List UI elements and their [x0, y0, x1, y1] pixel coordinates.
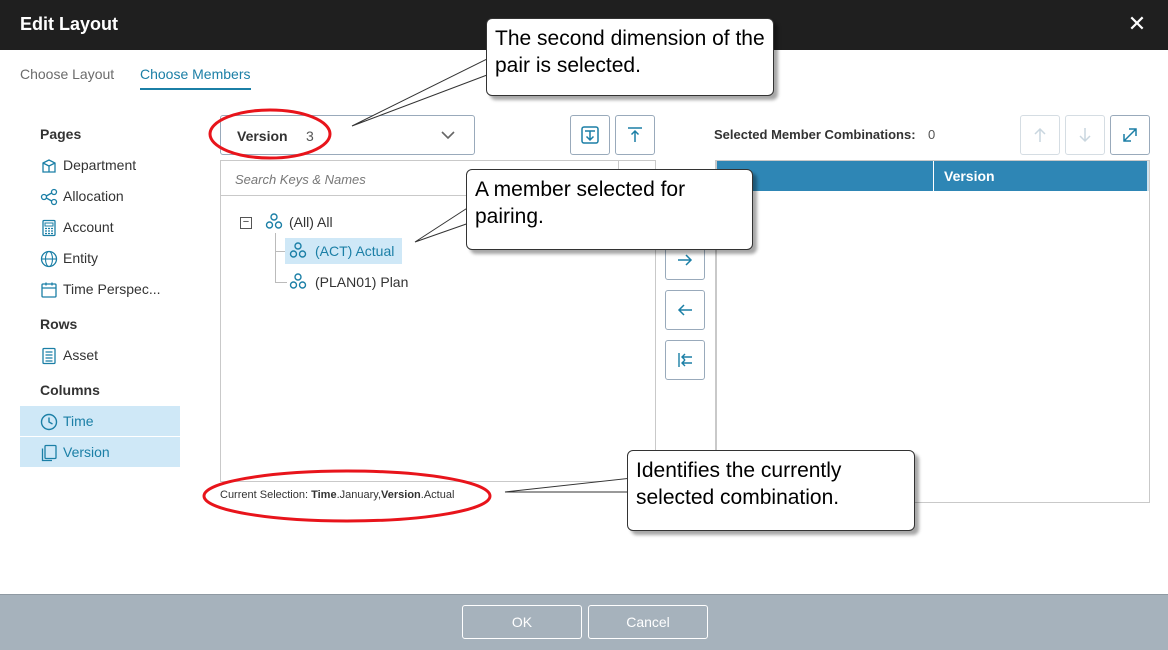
hierarchy-icon [289, 273, 307, 289]
globe-icon [40, 250, 58, 268]
expand-diagonal-icon [1123, 128, 1137, 142]
sidebar-item-label: Department [63, 157, 137, 173]
clock-icon [40, 413, 58, 431]
selected-combinations-count: 0 [928, 127, 936, 142]
sidebar-item-version[interactable]: Version [20, 437, 180, 467]
arrow-up-icon [1034, 127, 1046, 142]
hierarchy-icon [289, 242, 307, 258]
close-icon[interactable]: ✕ [1126, 12, 1148, 36]
ok-button[interactable]: OK [462, 605, 582, 639]
tree-node-plan[interactable]: (PLAN01) Plan [289, 269, 408, 295]
remove-all-icon [678, 353, 692, 367]
grid-column-header-version[interactable]: Version [933, 161, 1147, 191]
hierarchy-icon [265, 213, 283, 229]
collapse-all-button[interactable] [615, 115, 655, 155]
allocation-icon [40, 188, 58, 206]
callout-member-selected: A member selected for pairing. [466, 169, 753, 250]
move-down-button[interactable] [1065, 115, 1105, 155]
remove-all-button[interactable] [665, 340, 705, 380]
maximize-button[interactable] [1110, 115, 1150, 155]
sidebar-item-allocation[interactable]: Allocation [20, 181, 180, 211]
current-selection: Current Selection: Time.January,Version.… [220, 489, 454, 501]
columns-heading: Columns [40, 382, 100, 398]
callout-identifies-combination: Identifies the currently selected combin… [627, 450, 915, 531]
move-up-button[interactable] [1020, 115, 1060, 155]
current-selection-member1: .January, [336, 489, 382, 501]
sidebar-item-time-perspective[interactable]: Time Perspec... [20, 274, 180, 304]
tab-choose-members[interactable]: Choose Members [140, 66, 251, 90]
sidebar-item-label: Time [63, 413, 94, 429]
pages-heading: Pages [40, 126, 82, 142]
sidebar-item-account[interactable]: Account [20, 212, 180, 242]
remove-selected-button[interactable] [665, 290, 705, 330]
arrow-left-icon [677, 304, 692, 316]
department-icon [42, 159, 56, 173]
arrow-down-icon [1079, 128, 1091, 143]
expand-all-icon [581, 126, 599, 144]
current-selection-prefix: Current Selection: [220, 489, 312, 501]
callout-pair-selected: The second dimension of the pair is sele… [486, 18, 774, 96]
sidebar-item-label: Entity [63, 250, 99, 266]
account-icon [42, 219, 56, 237]
selected-combinations-label: Selected Member Combinations: [714, 127, 916, 142]
tree-node-actual[interactable]: (ACT) Actual [285, 238, 403, 264]
tree-node-label: (PLAN01) Plan [315, 274, 409, 290]
sidebar-item-label: Account [63, 219, 114, 235]
tree-connector [275, 282, 287, 283]
sidebar-item-department[interactable]: Department [20, 150, 180, 180]
tree-node-root[interactable]: (All) All [265, 209, 333, 235]
arrow-right-icon [678, 254, 693, 266]
dropdown-count: 3 [306, 128, 314, 144]
tree-node-label: (All) All [289, 214, 333, 230]
chevron-down-icon [441, 131, 455, 140]
dropdown-label: Version [237, 128, 288, 144]
sidebar-item-label: Time Perspec... [63, 281, 161, 297]
dialog-footer: OK Cancel [0, 594, 1168, 650]
sidebar-item-label: Allocation [63, 188, 124, 204]
cancel-button[interactable]: Cancel [588, 605, 708, 639]
tree-connector [275, 233, 276, 283]
grid-header: Version [717, 161, 1149, 191]
sidebar-item-asset[interactable]: Asset [20, 340, 180, 370]
current-selection-member2: .Actual [420, 489, 455, 501]
dimension-dropdown[interactable]: Version 3 [220, 115, 475, 155]
sidebar-item-label: Version [63, 444, 110, 460]
current-selection-dim2: Version [381, 489, 421, 501]
collapse-all-icon [628, 127, 642, 142]
calendar-icon [41, 282, 57, 298]
current-selection-dim1: Time [311, 489, 337, 501]
expand-all-button[interactable] [570, 115, 610, 155]
sidebar-item-entity[interactable]: Entity [20, 243, 180, 273]
rows-heading: Rows [40, 316, 78, 332]
sidebar-item-label: Asset [63, 347, 99, 363]
sidebar-item-time[interactable]: Time [20, 406, 180, 436]
version-icon [41, 444, 57, 462]
tree-node-label: (ACT) Actual [315, 243, 395, 259]
tab-choose-layout[interactable]: Choose Layout [20, 66, 114, 90]
collapse-node-toggle[interactable]: − [240, 217, 252, 229]
dialog-title: Edit Layout [20, 14, 118, 34]
asset-icon [42, 347, 56, 365]
grid-scrollbar[interactable] [1147, 161, 1149, 191]
